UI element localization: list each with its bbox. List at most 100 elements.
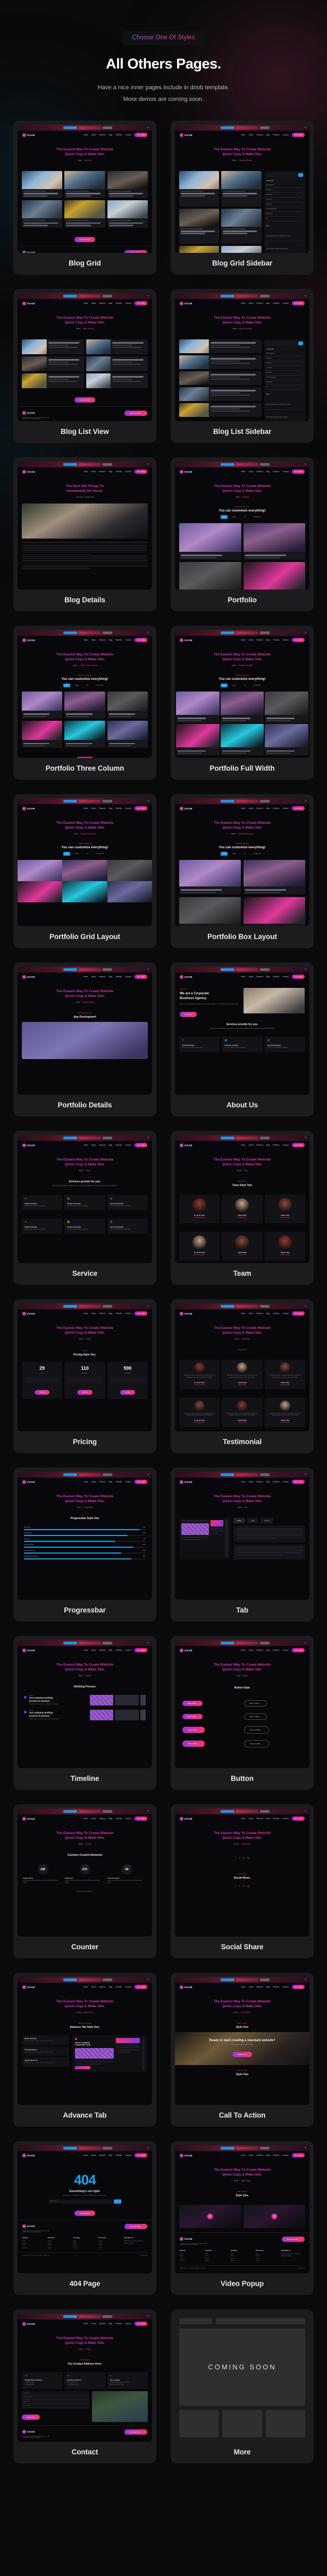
mock-nav-cta: BUY NOW <box>134 133 147 138</box>
demo-card[interactable]: ✕ DOOB Home About Element Blog Portfolio Cont… <box>171 1635 314 1790</box>
mock-hero: The Easiest Way To Create Website Quick C… <box>18 1487 152 1514</box>
demo-card[interactable]: ✕ DOOB Home About Element Blog Portfolio Cont… <box>171 1299 314 1453</box>
demo-card-preview[interactable]: ✕ DOOB Home About Element Blog Portfolio Cont… <box>18 966 152 1095</box>
demo-card-preview[interactable]: ✕ DOOB Home About Element Blog Portfolio Cont… <box>18 629 152 758</box>
demo-card-preview[interactable]: ✕ DOOB Home About Element Blog Portfolio Cont… <box>18 461 152 590</box>
mock-form-field[interactable]: Your Subject <box>22 2403 89 2408</box>
mock-nav-links: Home About Element Blog Portfolio Contact BUY… <box>83 1816 147 1821</box>
mock-logo: DOOB <box>22 1648 35 1652</box>
demo-card[interactable]: ✕ DOOB Home About Element Blog Portfolio Cont… <box>171 1130 314 1285</box>
demo-card-preview[interactable]: ✕ DOOB Home About Element Blog Portfolio Cont… <box>175 124 309 253</box>
mock-nav-cta: BUY NOW <box>134 301 147 306</box>
demo-card-preview[interactable]: ✕ DOOB Home About Element Blog Portfolio Cont… <box>18 2313 152 2442</box>
demo-card-preview[interactable]: ✕ DOOB Home About Element Blog Portfolio Cont… <box>175 1303 309 1431</box>
demo-card[interactable]: ✕ DOOB Home About Element Blog Portfolio Cont… <box>171 962 314 1116</box>
demo-card-preview[interactable]: ✕ DOOB Home About Element Blog Portfolio Cont… <box>18 2145 152 2273</box>
mock-progress-row: App Development 80% <box>24 1549 146 1555</box>
demo-card-preview[interactable]: ✕ DOOB Home About Element Blog Portfolio Cont… <box>18 1471 152 1600</box>
demo-card[interactable]: ✕ DOOB Home About Element Blog Portfolio Cont… <box>13 962 156 1116</box>
demo-card[interactable]: ✕ DOOB Home About Element Blog Portfolio Cont… <box>171 1467 314 1622</box>
demo-card-preview[interactable]: ✕ DOOB Home About Element Blog Portfolio Cont… <box>18 1808 152 1937</box>
demo-card-preview[interactable]: ✕ DOOB Home About Element Blog Portfolio Cont… <box>175 461 309 590</box>
demo-card[interactable]: ✕ DOOB Home About Element Blog Portfolio Cont… <box>13 2309 156 2463</box>
mock-navbar: DOOB Home About Element Blog Portfolio Contac… <box>18 1814 152 1823</box>
demo-card-preview[interactable]: ✕ DOOB Home About Element Blog Portfolio Cont… <box>175 1808 309 1937</box>
demo-card-label: Contact <box>71 2447 98 2456</box>
demo-card-preview[interactable]: ✕ DOOB Home About Element Blog Portfolio Cont… <box>18 124 152 253</box>
demo-card-preview[interactable]: ✕ DOOB Home About Element Blog Portfolio Cont… <box>175 1135 309 1263</box>
demo-card-preview[interactable]: ✕ DOOB Home About Element Blog Portfolio Cont… <box>18 1135 152 1263</box>
mock-breadcrumb: Home · Tab <box>237 1506 247 1508</box>
demo-card[interactable]: ✕ DOOB Home About Element Blog Portfolio Cont… <box>171 120 314 275</box>
mock-nav-cta: BUY NOW <box>134 638 147 643</box>
demo-card-label: Social Share <box>221 1942 264 1951</box>
demo-card[interactable]: ✕ DOOB Home About Element Blog Portfolio Cont… <box>13 625 156 780</box>
mock-nav-cta: BUY NOW <box>291 2153 305 2158</box>
mock-breadcrumb: Home · Video Popup <box>233 2179 251 2182</box>
demo-card[interactable]: ✕ DOOB Home About Element Blog Portfolio Cont… <box>171 794 314 948</box>
demo-card[interactable]: ✕ DOOB Home About Element Blog Portfolio Cont… <box>171 288 314 443</box>
mock-logo: DOOB <box>180 1311 192 1316</box>
mock-team-card: Afanan Sifa Accounts Manager <box>264 1194 305 1223</box>
mock-navbar: DOOB Home About Element Blog Portfolio Contac… <box>175 1477 309 1487</box>
demo-card-preview[interactable]: ✕ DOOB Home About Element Blog Portfolio Cont… <box>175 293 309 421</box>
mock-logo: DOOB <box>22 1480 35 1484</box>
demo-card[interactable]: ✕ DOOB Home About Element Blog Portfolio Cont… <box>171 1972 314 2127</box>
demo-card[interactable]: ✕ DOOB Home About Element Blog Portfolio Cont… <box>13 1299 156 1453</box>
mock-breadcrumb: Home · Progressbar <box>77 1506 93 1508</box>
mock-blog-row <box>86 356 148 371</box>
mock-breadcrumb: Home · Portfolio Three Column <box>72 664 97 667</box>
demo-card-label: Service <box>72 1269 98 1277</box>
demo-card-preview[interactable]: ✕ DOOB Home About Element Blog Portfolio Cont… <box>18 293 152 421</box>
demo-card-preview[interactable]: ✕ DOOB Home About Element Blog Portfolio Cont… <box>175 2145 309 2273</box>
demo-card[interactable]: ✕ DOOB Home About Element Blog Portfolio Cont… <box>13 120 156 275</box>
demo-card[interactable]: ✕ DOOB Home About Element Blog Portfolio Cont… <box>171 1804 314 1958</box>
demo-card-label: Portfolio Three Column <box>45 764 124 772</box>
demo-card[interactable]: ✕ DOOB Home About Element Blog Portfolio Cont… <box>13 1635 156 1790</box>
mock-nav-cta: BUY NOW <box>134 470 147 474</box>
demo-card[interactable]: COMING SOON More <box>171 2309 314 2463</box>
mock-portfolio-item <box>243 562 305 590</box>
demo-card[interactable]: ✕ DOOB Home About Element Blog Portfolio Cont… <box>171 625 314 780</box>
mock-nav-links: Home About Element Blog Portfolio Contact BUY… <box>241 470 305 474</box>
demo-card[interactable]: ✕ DOOB Home About Element Blog Portfolio Cont… <box>13 794 156 948</box>
demo-card-preview[interactable]: ✕ DOOB Home About Element Blog Portfolio Cont… <box>175 1471 309 1600</box>
mock-breadcrumb: Home · Portfolio Full Width <box>231 664 253 667</box>
mock-blog-card <box>64 170 105 199</box>
mock-promo-bar: ✕ <box>175 1471 309 1478</box>
mock-form-field[interactable]: Your Name <box>22 2391 89 2395</box>
mock-breadcrumb: Home · Pricing <box>79 1337 91 1340</box>
demo-card-label: About Us <box>226 1101 258 1109</box>
demo-card[interactable]: ✕ DOOB Home About Element Blog Portfolio Cont… <box>13 1972 156 2127</box>
mock-blog-row <box>22 356 84 371</box>
logo-dot-icon <box>22 301 26 305</box>
logo-dot-icon <box>180 133 183 137</box>
demo-card-preview[interactable]: ✕ DOOB Home About Element Blog Portfolio Cont… <box>175 1976 309 2105</box>
demo-card[interactable]: ✕ DOOB Home About Element Blog Portfolio Cont… <box>13 1467 156 1622</box>
demo-card[interactable]: ✕ DOOB Home About Element Blog Portfolio Cont… <box>13 288 156 443</box>
demo-card-preview[interactable]: ✕ DOOB Home About Element Blog Portfolio Cont… <box>175 629 309 758</box>
mock-video-box[interactable] <box>179 2204 241 2228</box>
demo-card-preview[interactable]: ✕ DOOB Home About Element Blog Portfolio Cont… <box>18 1303 152 1431</box>
section-badge: Choose One Of Styles <box>122 31 205 45</box>
mock-blog-card <box>221 246 262 253</box>
demo-card-preview[interactable]: ✕ DOOB Home About Element Blog Portfolio Cont… <box>175 798 309 926</box>
demo-card[interactable]: ✕ DOOB Home About Element Blog Portfolio Cont… <box>13 457 156 611</box>
mock-form-field[interactable]: Your Email <box>22 2399 89 2404</box>
demo-card[interactable]: ✕ DOOB Home About Element Blog Portfolio Cont… <box>13 1804 156 1958</box>
demo-card-preview[interactable]: ✕ DOOB Home About Element Blog Portfolio Cont… <box>18 1976 152 2105</box>
demo-card-preview[interactable]: COMING SOON <box>175 2313 309 2442</box>
demo-card-preview[interactable]: ✕ DOOB Home About Element Blog Portfolio Cont… <box>175 1640 309 1768</box>
demo-card-preview[interactable]: ✕ DOOB Home About Element Blog Portfolio Cont… <box>18 798 152 926</box>
mock-logo: DOOB <box>180 638 192 642</box>
demo-card[interactable]: ✕ DOOB Home About Element Blog Portfolio Cont… <box>171 457 314 611</box>
mock-form-field[interactable]: Phone Number <box>22 2395 89 2400</box>
logo-dot-icon <box>180 1816 183 1821</box>
mock-video-box[interactable] <box>243 2204 305 2228</box>
demo-card[interactable]: ✕ DOOB Home About Element Blog Portfolio Cont… <box>13 1130 156 1285</box>
mock-hero: The Easiest Way To Create Website Quick C… <box>18 140 152 167</box>
demo-card[interactable]: ✕ DOOB Home About Element Blog Portfolio Cont… <box>13 2140 156 2295</box>
demo-card[interactable]: ✕ DOOB Home About Element Blog Portfolio Cont… <box>171 2140 314 2295</box>
demo-card-preview[interactable]: ✕ DOOB Home About Element Blog Portfolio Cont… <box>175 966 309 1095</box>
demo-card-preview[interactable]: ✕ DOOB Home About Element Blog Portfolio Cont… <box>18 1640 152 1768</box>
